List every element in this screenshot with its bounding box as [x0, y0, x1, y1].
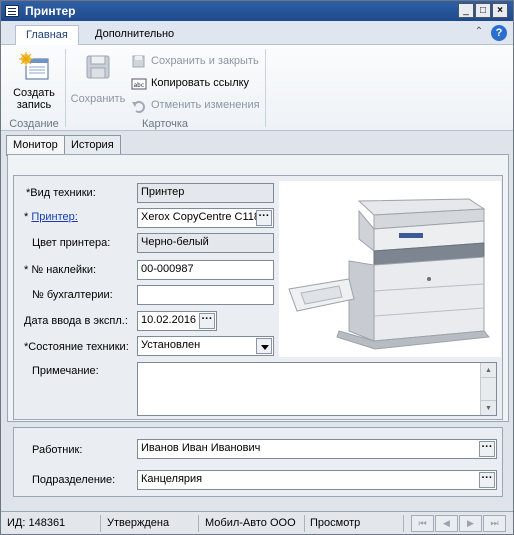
printer-field[interactable]: Xerox CopyCentre C118 ···: [137, 208, 274, 228]
close-button[interactable]: ×: [492, 3, 508, 18]
equipment-type-field[interactable]: Принтер: [137, 183, 274, 203]
link-icon: abc: [131, 76, 147, 92]
group-label-create: Создание: [9, 118, 59, 130]
select-dots-button[interactable]: ···: [256, 210, 272, 226]
commission-date-field[interactable]: 10.02.2016 ···: [137, 311, 217, 331]
tab-additional[interactable]: Дополнительно: [85, 25, 184, 45]
save-close-icon: [131, 54, 147, 70]
group-label-card: Карточка: [141, 118, 189, 130]
employee-value: Иванов Иван Иванович: [141, 442, 261, 454]
organization: Мобил-Авто ООО: [201, 515, 305, 532]
commission-date-label: Дата ввода в экспл.:: [24, 315, 128, 327]
status-bar: ИД: 148361 Утверждена Мобил-Авто ООО Про…: [1, 511, 513, 534]
department-value: Канцелярия: [141, 473, 203, 485]
printer-link[interactable]: Принтер:: [31, 211, 77, 223]
save-label: Сохранить: [70, 93, 126, 105]
employee-label: Работник:: [32, 444, 83, 456]
last-record-button[interactable]: ⏭: [483, 515, 506, 532]
chevron-up-icon[interactable]: ⌃: [473, 26, 485, 38]
record-id: ИД: 148361: [3, 515, 101, 532]
printer-label: * Принтер:: [24, 211, 78, 223]
mode-indicator: Просмотр: [306, 515, 404, 532]
condition-value: Установлен: [141, 339, 201, 351]
sticker-number-label: * № наклейки:: [24, 264, 97, 276]
condition-select[interactable]: Установлен: [137, 336, 274, 356]
ribbon-separator: [65, 49, 66, 127]
prev-record-button[interactable]: ◀: [435, 515, 458, 532]
window: Принтер _ □ × Главная Дополнительно ⌃ ?: [0, 0, 514, 535]
help-icon[interactable]: ?: [491, 25, 507, 41]
cancel-changes-button[interactable]: Отменить изменения: [131, 97, 260, 115]
department-label: Подразделение:: [32, 474, 116, 486]
condition-label: *Состояние техники:: [24, 341, 129, 353]
tab-main[interactable]: Главная: [15, 25, 79, 46]
tab-monitor[interactable]: Монитор: [6, 135, 65, 156]
printer-color-field[interactable]: Черно-белый: [137, 233, 274, 253]
create-record-button[interactable]: Создать запись: [9, 51, 59, 111]
employee-dots-button[interactable]: ···: [479, 441, 495, 457]
first-record-button[interactable]: ⏮: [411, 515, 434, 532]
printer-color-label: Цвет принтера:: [32, 237, 111, 249]
scroll-down-icon[interactable]: ▼: [481, 400, 496, 415]
cancel-changes-label: Отменить изменения: [151, 99, 260, 111]
create-record-label-line2: запись: [16, 99, 52, 111]
note-label: Примечание:: [32, 365, 99, 377]
employee-panel: Работник: Иванов Иван Иванович ··· Подра…: [13, 427, 503, 497]
department-dots-button[interactable]: ···: [479, 472, 495, 488]
copy-link-button[interactable]: abc Копировать ссылку: [131, 75, 249, 93]
tab-history[interactable]: История: [64, 135, 121, 155]
save-button[interactable]: Сохранить: [69, 51, 127, 105]
ribbon-tab-bar: Главная Дополнительно ⌃ ?: [1, 21, 513, 46]
save-and-close-button[interactable]: Сохранить и закрыть: [131, 53, 259, 71]
employee-field[interactable]: Иванов Иван Иванович ···: [137, 439, 497, 459]
approval-status: Утверждена: [103, 515, 199, 532]
ribbon: Создать запись Создание Сохранить Сохран…: [1, 45, 513, 131]
chevron-down-icon[interactable]: [256, 338, 272, 354]
calendar-dots-button[interactable]: ···: [199, 313, 215, 329]
department-field[interactable]: Канцелярия ···: [137, 470, 497, 490]
next-record-button[interactable]: ▶: [459, 515, 482, 532]
accounting-number-label: № бухгалтерии:: [32, 289, 113, 301]
note-textarea[interactable]: ▲ ▼: [137, 362, 497, 416]
note-scrollbar[interactable]: ▲ ▼: [480, 363, 496, 415]
copy-link-label: Копировать ссылку: [151, 77, 250, 89]
equipment-type-label: *Вид техники:: [26, 187, 96, 199]
printer-value: Xerox CopyCentre C118: [141, 211, 261, 223]
new-document-icon: [18, 51, 50, 83]
save-close-label: Сохранить и закрыть: [151, 55, 259, 67]
commission-date-value: 10.02.2016: [141, 314, 197, 326]
ribbon-separator: [265, 49, 266, 127]
floppy-disk-icon: [82, 51, 114, 83]
svg-text:abc: abc: [134, 82, 145, 89]
maximize-button[interactable]: □: [475, 3, 491, 18]
accounting-number-field[interactable]: [137, 285, 274, 305]
details-panel: *Вид техники: Принтер * Принтер: Xerox C…: [13, 175, 503, 420]
content-tab-strip: Монитор История: [1, 131, 513, 156]
window-title: Принтер: [25, 4, 76, 18]
minimize-button[interactable]: _: [458, 3, 474, 18]
form-icon: [5, 5, 19, 17]
create-record-label-line1: Создать: [13, 87, 55, 99]
title-bar[interactable]: Принтер _ □ ×: [1, 1, 513, 21]
undo-icon: [131, 98, 147, 114]
printer-photo: [279, 181, 501, 357]
sticker-number-field[interactable]: 00-000987: [137, 260, 274, 280]
scroll-up-icon[interactable]: ▲: [481, 363, 496, 378]
